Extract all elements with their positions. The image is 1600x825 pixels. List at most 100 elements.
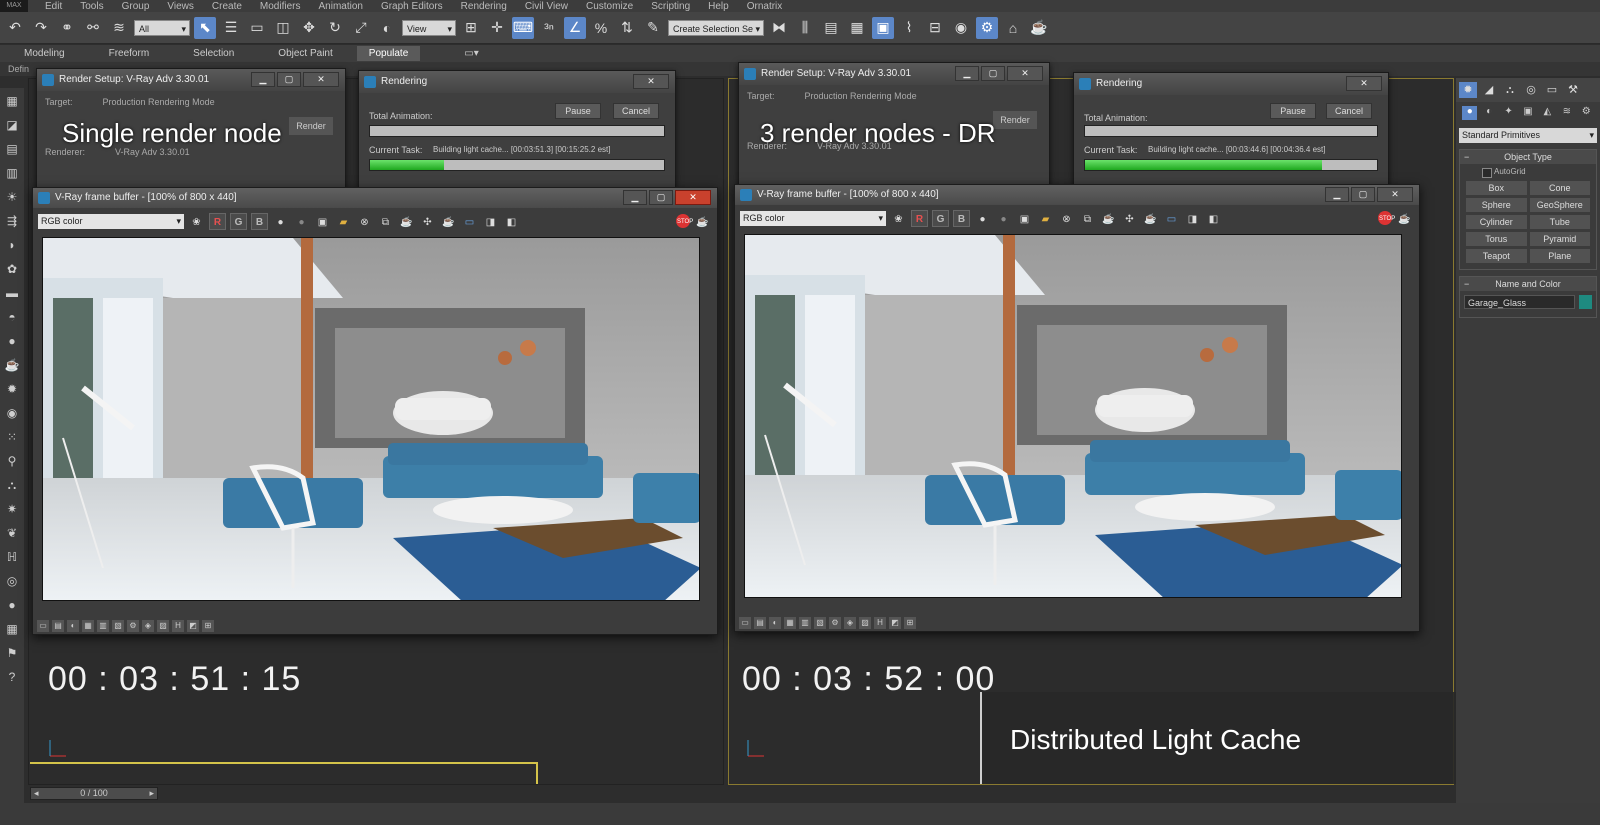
history-icon[interactable]: ◧: [503, 213, 520, 230]
menu-help[interactable]: Help: [708, 1, 729, 12]
minimize-button[interactable]: ▁: [955, 66, 979, 81]
shapes-icon[interactable]: ◐: [1481, 106, 1496, 120]
grid-icon[interactable]: ▦: [3, 620, 21, 638]
edit-named-selection-icon[interactable]: ✎: [642, 17, 664, 39]
rotate-icon[interactable]: ↻: [324, 17, 346, 39]
duplicate-icon[interactable]: ⧉: [377, 213, 394, 230]
scene-explorer-icon[interactable]: ▣: [872, 16, 894, 39]
utilities-tab-icon[interactable]: ⚒: [1564, 82, 1582, 98]
tool-icon[interactable]: ⚲: [3, 452, 21, 470]
fb-tool-icon[interactable]: ◐: [67, 620, 79, 632]
rect-selection-icon[interactable]: ▭: [246, 17, 268, 39]
autogrid-checkbox[interactable]: AutoGrid: [1460, 164, 1596, 179]
render-teapot-icon[interactable]: ☕: [1396, 210, 1413, 227]
helpers-icon[interactable]: ◭: [1540, 106, 1555, 120]
menu-edit[interactable]: Edit: [45, 1, 62, 12]
dots-icon[interactable]: ⁙: [3, 428, 21, 446]
mirror-icon[interactable]: ⧓: [768, 17, 790, 39]
selection-filter-select[interactable]: All: [134, 19, 190, 37]
menu-animation[interactable]: Animation: [318, 1, 362, 12]
render-teapot-icon[interactable]: ☕: [694, 213, 711, 230]
scale-icon[interactable]: ⤢: [350, 17, 372, 39]
fb-tool-icon[interactable]: ▥: [97, 620, 109, 632]
motion-tab-icon[interactable]: ◎: [1522, 82, 1540, 98]
render-setup-icon[interactable]: ⚙: [976, 16, 998, 39]
sun-icon[interactable]: ✹: [3, 380, 21, 398]
region-icon[interactable]: ▭: [461, 213, 478, 230]
box-button[interactable]: Box: [1466, 181, 1527, 195]
menu-views[interactable]: Views: [167, 1, 194, 12]
fb-tool-icon[interactable]: H: [172, 620, 184, 632]
app-logo[interactable]: MAX: [0, 0, 28, 12]
clear-icon[interactable]: ⊗: [1058, 210, 1075, 227]
fb-tool-icon[interactable]: ▦: [82, 620, 94, 632]
clear-icon[interactable]: ⊗: [356, 213, 373, 230]
teapot-icon[interactable]: ☕: [1100, 210, 1117, 227]
green-channel-button[interactable]: G: [932, 209, 949, 227]
fb-tool-icon[interactable]: ▥: [799, 617, 811, 629]
menu-group[interactable]: Group: [122, 1, 150, 12]
move-icon[interactable]: ✥: [298, 17, 320, 39]
fb-tool-icon[interactable]: ▭: [739, 617, 751, 629]
bind-spacewarp-icon[interactable]: ≋: [108, 17, 130, 39]
link-icon[interactable]: ⚭: [56, 17, 78, 39]
primitive-category-select[interactable]: Standard Primitives: [1459, 128, 1597, 143]
fb-tool-icon[interactable]: ▤: [754, 617, 766, 629]
fb-tool-icon[interactable]: ▧: [814, 617, 826, 629]
cylinder-button[interactable]: Cylinder: [1466, 215, 1527, 229]
channel-select[interactable]: RGB color: [38, 213, 184, 229]
fb-tool-icon[interactable]: ⚙: [829, 617, 841, 629]
render-button[interactable]: Render: [289, 117, 333, 135]
create-tab-icon[interactable]: ✹: [1459, 82, 1477, 98]
fb-tool-icon[interactable]: ◩: [187, 620, 199, 632]
blue-channel-button[interactable]: B: [251, 212, 268, 230]
close-button[interactable]: ✕: [633, 74, 669, 89]
menu-customize[interactable]: Customize: [586, 1, 633, 12]
pause-button[interactable]: Pause: [555, 103, 601, 119]
object-color-swatch[interactable]: [1579, 295, 1592, 309]
lut-icon[interactable]: ◨: [482, 213, 499, 230]
stop-render-button[interactable]: STOP: [1378, 211, 1395, 225]
name-and-color-header[interactable]: Name and Color: [1460, 277, 1596, 291]
toggle-ribbon-icon[interactable]: ▦: [846, 17, 868, 39]
align-icon[interactable]: ⫼: [794, 17, 816, 39]
unlink-icon[interactable]: ⚯: [82, 17, 104, 39]
object-type-header[interactable]: Object Type: [1460, 150, 1596, 164]
cone-button[interactable]: Cone: [1529, 181, 1590, 195]
fb-tool-icon[interactable]: ▤: [52, 620, 64, 632]
geometry-icon[interactable]: ●: [1462, 106, 1478, 120]
fb-tool-icon[interactable]: ▭: [37, 620, 49, 632]
display-tab-icon[interactable]: ▭: [1543, 82, 1561, 98]
object-name-input[interactable]: Garage_Glass: [1464, 295, 1575, 309]
red-channel-button[interactable]: R: [209, 212, 226, 230]
schematic-view-icon[interactable]: ⊟: [924, 17, 946, 39]
open-folder-icon[interactable]: ▰: [335, 213, 352, 230]
white-dot-icon[interactable]: ●: [272, 213, 289, 230]
render-region-icon[interactable]: ☕: [1142, 210, 1159, 227]
tube-button[interactable]: Tube: [1529, 215, 1590, 229]
grey-dot-icon[interactable]: ●: [293, 213, 310, 230]
light-icon[interactable]: ☀: [3, 188, 21, 206]
place-icon[interactable]: ◐: [376, 17, 398, 39]
curve-editor-icon[interactable]: ⌇: [898, 17, 920, 39]
save-icon[interactable]: ▣: [314, 213, 331, 230]
save-icon[interactable]: ▣: [1016, 210, 1033, 227]
select-by-name-icon[interactable]: ☰: [220, 17, 242, 39]
minimize-button[interactable]: ▁: [251, 72, 275, 87]
fb-tool-icon[interactable]: ◐: [769, 617, 781, 629]
pyramid-button[interactable]: Pyramid: [1529, 232, 1590, 246]
undo-icon[interactable]: ↶: [4, 17, 26, 39]
close-button[interactable]: ✕: [303, 72, 339, 87]
fb-tool-icon[interactable]: ▧: [112, 620, 124, 632]
tool-icon[interactable]: ✷: [3, 500, 21, 518]
menu-create[interactable]: Create: [212, 1, 242, 12]
fb-tool-icon[interactable]: ▨: [859, 617, 871, 629]
close-button[interactable]: ✕: [1007, 66, 1043, 81]
sphere-icon[interactable]: ●: [3, 596, 21, 614]
torus-button[interactable]: Torus: [1466, 232, 1527, 246]
ref-coord-select[interactable]: View: [402, 19, 456, 37]
tab-object-paint[interactable]: Object Paint: [278, 48, 332, 59]
color-channels-icon[interactable]: ❀: [890, 210, 907, 227]
teapot-icon[interactable]: ☕: [3, 356, 21, 374]
tool-icon[interactable]: ℍ: [3, 548, 21, 566]
